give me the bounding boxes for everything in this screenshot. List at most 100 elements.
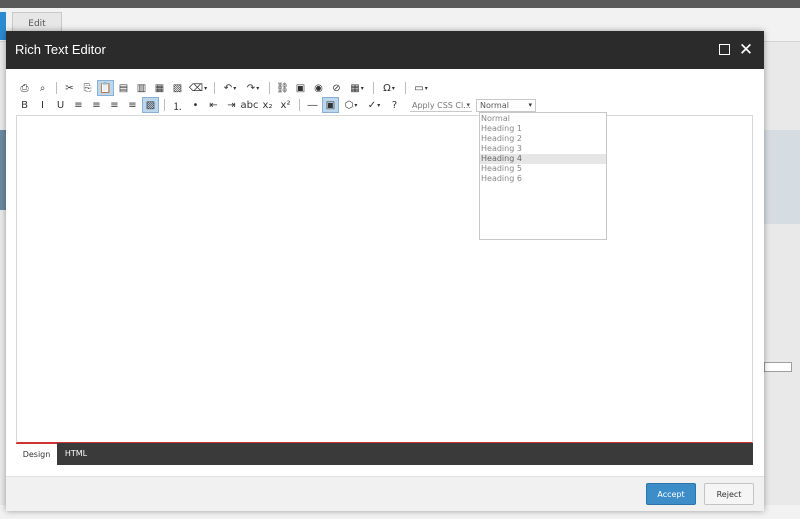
italic-icon[interactable]: I: [34, 97, 51, 113]
tab-html[interactable]: HTML: [61, 443, 91, 465]
dropdown-option[interactable]: Heading 6: [480, 174, 606, 184]
italic-icon-glyph: I: [41, 99, 44, 111]
paste-html-icon[interactable]: ▦: [151, 80, 168, 96]
chevron-down-icon: ▾: [391, 84, 395, 92]
insert-shape-icon[interactable]: ⬡ ▾: [340, 97, 362, 113]
numbered-list-icon[interactable]: ⒈: [169, 97, 186, 113]
underline-icon[interactable]: U: [52, 97, 69, 113]
paste-icon-glyph: 📋: [99, 82, 112, 94]
cut-icon[interactable]: ✂: [61, 80, 78, 96]
subscript-icon-glyph: x₂: [262, 99, 273, 111]
image-map-icon[interactable]: ▣: [322, 97, 339, 113]
redo-icon[interactable]: ↷ ▾: [242, 80, 264, 96]
no-align-icon[interactable]: ▨: [142, 97, 159, 113]
toolbar-separator: [56, 82, 57, 94]
help-icon[interactable]: ?: [386, 97, 403, 113]
paste-word-icon[interactable]: ▤: [115, 80, 132, 96]
accept-button[interactable]: Accept: [646, 483, 696, 505]
format-stripper-icon[interactable]: ⌫ ▾: [187, 80, 209, 96]
insert-link-icon-glyph: ⛓: [276, 82, 289, 94]
tab-design[interactable]: Design: [16, 443, 57, 465]
chevron-down-icon: ▾: [233, 84, 237, 92]
align-left-icon-glyph: ≡: [74, 99, 83, 111]
paste-plain-icon-glyph: ▧: [172, 82, 183, 94]
superscript-icon[interactable]: x²: [277, 97, 294, 113]
justify-icon[interactable]: ≡: [124, 97, 141, 113]
paste-text-icon[interactable]: ▥: [133, 80, 150, 96]
find-icon-glyph: ⌕: [39, 82, 46, 94]
find-icon[interactable]: ⌕: [34, 80, 51, 96]
insert-symbol-icon[interactable]: Ω ▾: [378, 80, 400, 96]
undo-icon-glyph: ↶: [223, 82, 233, 94]
numbered-list-icon-glyph: ⒈: [172, 101, 183, 113]
paragraph-style-select[interactable]: Normal: [476, 98, 536, 112]
reject-button[interactable]: Reject: [704, 483, 754, 505]
insert-media-icon-glyph: ◉: [314, 82, 323, 94]
subscript-icon[interactable]: x₂: [259, 97, 276, 113]
paragraph-style-dropdown: Normal Heading 1 Heading 2 Heading 3 Heading…: [479, 112, 607, 240]
insert-shape-icon-glyph: ⬡: [344, 99, 354, 111]
outdent-icon-glyph: ⇤: [209, 99, 218, 111]
paste-icon[interactable]: 📋: [97, 80, 114, 96]
background-input: [764, 362, 792, 372]
dropdown-option[interactable]: Heading 2: [480, 134, 606, 144]
remove-link-icon[interactable]: ⊘: [328, 80, 345, 96]
dropdown-option[interactable]: Heading 4: [480, 154, 606, 164]
editor-content-area[interactable]: [16, 115, 753, 443]
bold-icon[interactable]: B: [16, 97, 33, 113]
background-top-bar: [0, 0, 800, 8]
align-right-icon[interactable]: ≡: [106, 97, 123, 113]
paste-word-icon-glyph: ▤: [118, 82, 129, 94]
chevron-down-icon: ▾: [377, 101, 381, 109]
image-map-icon-glyph: ▣: [325, 99, 336, 111]
copy-icon-glyph: ⎘: [83, 82, 92, 94]
superscript-icon-glyph: x²: [280, 99, 291, 111]
dialog-footer: Accept Reject: [6, 476, 764, 511]
insert-snippet-icon-glyph: ▭: [414, 82, 424, 94]
bullet-list-icon[interactable]: •: [187, 97, 204, 113]
maximize-icon[interactable]: [716, 41, 734, 59]
insert-media-icon[interactable]: ◉: [310, 80, 327, 96]
insert-table-icon[interactable]: ▦ ▾: [346, 80, 368, 96]
align-left-icon[interactable]: ≡: [70, 97, 87, 113]
chevron-down-icon: ▾: [354, 101, 358, 109]
undo-icon[interactable]: ↶ ▾: [219, 80, 241, 96]
dialog-title: Rich Text Editor: [15, 42, 106, 57]
apply-css-class-select[interactable]: Apply CSS Cl...: [410, 99, 472, 112]
spell-check-icon[interactable]: abc: [240, 97, 259, 113]
ajax-spellcheck-icon-glyph: ✓: [367, 99, 377, 111]
dropdown-option[interactable]: Heading 1: [480, 124, 606, 134]
ajax-spellcheck-icon[interactable]: ✓ ▾: [363, 97, 385, 113]
toolbar-separator: [164, 99, 165, 111]
print-icon-glyph: ⎙: [20, 82, 29, 94]
insert-snippet-icon[interactable]: ▭ ▾: [410, 80, 432, 96]
paste-text-icon-glyph: ▥: [136, 82, 147, 94]
spell-check-icon-glyph: abc: [240, 99, 259, 111]
indent-icon-glyph: ⇥: [227, 99, 236, 111]
dropdown-option[interactable]: Heading 5: [480, 164, 606, 174]
toolbar-row-1: ⎙ ⌕ ✂ ⎘ 📋 ▤ ▥ ▦ ▧ ⌫ ▾ ↶ ▾ ↷ ▾ ⛓ ▣ ◉ ⊘ ▦ ▾ Ω ▾ ▭ ▾: [16, 80, 433, 96]
background-right-panel: [764, 130, 800, 224]
insert-image-icon[interactable]: ▣: [292, 80, 309, 96]
indent-icon[interactable]: ⇥: [223, 97, 240, 113]
outdent-icon[interactable]: ⇤: [205, 97, 222, 113]
close-icon[interactable]: ✕: [737, 41, 755, 59]
insert-link-icon[interactable]: ⛓: [274, 80, 291, 96]
print-icon[interactable]: ⎙: [16, 80, 33, 96]
horizontal-rule-icon[interactable]: ―: [304, 97, 321, 113]
paste-plain-icon[interactable]: ▧: [169, 80, 186, 96]
bullet-list-icon-glyph: •: [192, 99, 199, 111]
rich-text-editor-dialog: Rich Text Editor ✕ ⎙ ⌕ ✂ ⎘ 📋 ▤ ▥ ▦ ▧ ⌫ ▾ ↶ ▾ ↷ ▾ ⛓ ▣ ◉ ⊘ ▦ ▾…: [6, 31, 764, 511]
underline-icon-glyph: U: [56, 99, 65, 111]
redo-icon-glyph: ↷: [246, 82, 256, 94]
toolbar-separator: [405, 82, 406, 94]
dropdown-option[interactable]: Normal: [480, 114, 606, 124]
toolbar-separator: [214, 82, 215, 94]
copy-icon[interactable]: ⎘: [79, 80, 96, 96]
chevron-down-icon: ▾: [256, 84, 260, 92]
dropdown-option[interactable]: Heading 3: [480, 144, 606, 154]
align-center-icon[interactable]: ≡: [88, 97, 105, 113]
insert-image-icon-glyph: ▣: [295, 82, 306, 94]
dialog-header: Rich Text Editor ✕: [6, 31, 764, 69]
editor-toolbar: ⎙ ⌕ ✂ ⎘ 📋 ▤ ▥ ▦ ▧ ⌫ ▾ ↶ ▾ ↷ ▾ ⛓ ▣ ◉ ⊘ ▦ ▾ Ω ▾ ▭ ▾ B I U ≡ ≡ ≡ ≡ ▨ ⒈ • ⇤ ⇥ ab…: [16, 80, 754, 114]
